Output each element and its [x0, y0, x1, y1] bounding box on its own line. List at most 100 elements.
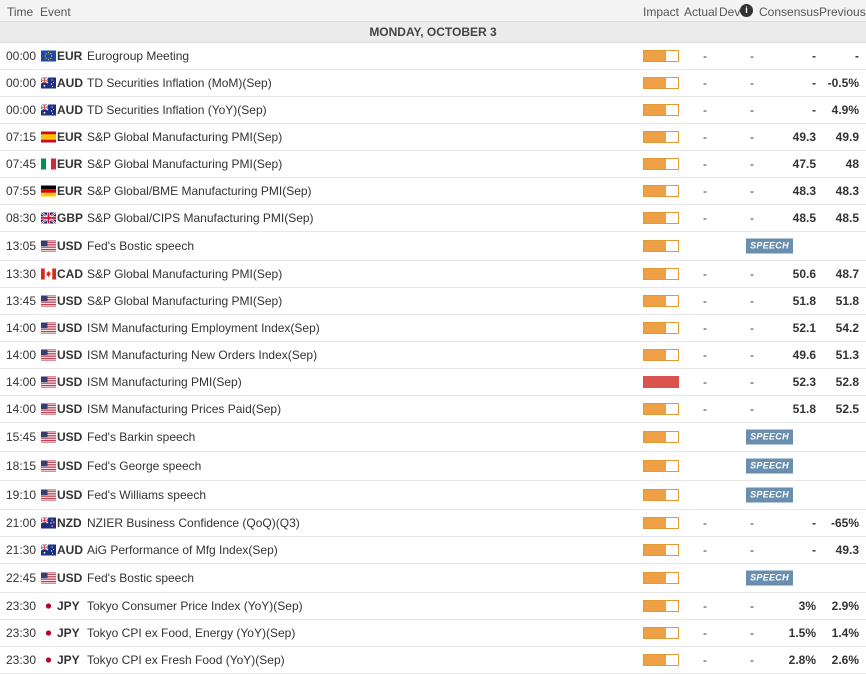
event-time: 22:45 [6, 571, 37, 585]
table-row[interactable]: 07:15 EUR S&P Global Manufacturing PMI(Sep… [0, 124, 866, 151]
header-dev[interactable]: Dev [719, 5, 740, 19]
table-row[interactable]: 00:00 AUD TD Securities Inflation (YoY)(Se… [0, 97, 866, 124]
table-row[interactable]: 13:30 CAD S&P Global Manufacturing PMI(Sep… [0, 261, 866, 288]
event-actual: - [703, 375, 707, 389]
event-time: 18:15 [6, 459, 37, 473]
speech-badge[interactable]: SPEECH [746, 429, 793, 445]
event-currency: USD [57, 488, 83, 502]
table-row[interactable]: 15:45 USD Fed's Barkin speech SPEECH [0, 423, 866, 452]
event-name[interactable]: S&P Global Manufacturing PMI(Sep) [87, 267, 282, 281]
event-name[interactable]: S&P Global/BME Manufacturing PMI(Sep) [87, 184, 312, 198]
event-name[interactable]: Fed's Williams speech [87, 488, 206, 502]
event-name[interactable]: ISM Manufacturing Prices Paid(Sep) [87, 402, 281, 416]
event-name[interactable]: S&P Global Manufacturing PMI(Sep) [87, 130, 282, 144]
event-name[interactable]: TD Securities Inflation (MoM)(Sep) [87, 76, 272, 90]
table-row[interactable]: 22:45 USD Fed's Bostic speech SPEECH [0, 564, 866, 593]
event-name[interactable]: Fed's Bostic speech [87, 239, 194, 253]
speech-badge[interactable]: SPEECH [746, 487, 793, 503]
speech-badge[interactable]: SPEECH [746, 238, 793, 254]
event-dev: - [750, 402, 754, 416]
impact-bar [643, 158, 679, 170]
header-actual[interactable]: Actual [684, 5, 717, 19]
event-currency: JPY [57, 599, 80, 613]
event-time: 13:05 [6, 239, 37, 253]
event-previous: - [855, 49, 859, 63]
impact-fill [644, 105, 667, 115]
event-name[interactable]: S&P Global Manufacturing PMI(Sep) [87, 294, 282, 308]
event-name[interactable]: AiG Performance of Mfg Index(Sep) [87, 543, 278, 557]
event-name[interactable]: ISM Manufacturing PMI(Sep) [87, 375, 242, 389]
event-currency: USD [57, 571, 83, 585]
event-actual: - [703, 294, 707, 308]
table-row[interactable]: 00:00 EUR Eurogroup Meeting - - - - [0, 43, 866, 70]
event-actual: - [703, 76, 707, 90]
header-impact[interactable]: Impact [643, 5, 679, 19]
event-name[interactable]: S&P Global Manufacturing PMI(Sep) [87, 157, 282, 171]
event-actual: - [703, 599, 707, 613]
impact-fill [644, 601, 667, 611]
event-time: 07:55 [6, 184, 37, 198]
event-currency: AUD [57, 76, 83, 90]
event-name[interactable]: TD Securities Inflation (YoY)(Sep) [87, 103, 267, 117]
header-time[interactable]: Time [7, 5, 33, 19]
flag-us-icon [41, 376, 56, 388]
event-name[interactable]: Eurogroup Meeting [87, 49, 189, 63]
event-previous: 51.3 [835, 348, 859, 362]
speech-badge[interactable]: SPEECH [746, 458, 793, 474]
table-row[interactable]: 23:30 JPY Tokyo CPI ex Fresh Food (YoY)(Se… [0, 647, 866, 674]
event-actual: - [703, 49, 707, 63]
event-name[interactable]: Fed's Barkin speech [87, 430, 195, 444]
event-currency: USD [57, 348, 83, 362]
impact-bar [643, 460, 679, 472]
table-row[interactable]: 14:00 USD ISM Manufacturing Prices Paid(Se… [0, 396, 866, 423]
event-name[interactable]: Fed's Bostic speech [87, 571, 194, 585]
event-time: 23:30 [6, 653, 37, 667]
table-row[interactable]: 07:55 EUR S&P Global/BME Manufacturing PMI… [0, 178, 866, 205]
event-name[interactable]: ISM Manufacturing New Orders Index(Sep) [87, 348, 317, 362]
info-icon[interactable]: i [740, 4, 753, 17]
table-row[interactable]: 13:05 USD Fed's Bostic speech SPEECH [0, 232, 866, 261]
table-row[interactable]: 08:30 GBP S&P Global/CIPS Manufacturing PM… [0, 205, 866, 232]
impact-fill [644, 545, 667, 555]
table-row[interactable]: 14:00 USD ISM Manufacturing PMI(Sep) - - 52.3… [0, 369, 866, 396]
flag-us-icon [41, 295, 56, 307]
event-name[interactable]: Tokyo CPI ex Fresh Food (YoY)(Sep) [87, 653, 285, 667]
table-row[interactable]: 14:00 USD ISM Manufacturing New Orders Ind… [0, 342, 866, 369]
economic-calendar: Time Event Impact Actual Dev i Consensus… [0, 0, 866, 674]
event-actual: - [703, 267, 707, 281]
event-name[interactable]: ISM Manufacturing Employment Index(Sep) [87, 321, 320, 335]
table-row[interactable]: 14:00 USD ISM Manufacturing Employment Ind… [0, 315, 866, 342]
table-row[interactable]: 07:45 EUR S&P Global Manufacturing PMI(Sep… [0, 151, 866, 178]
table-row[interactable]: 19:10 USD Fed's Williams speech SPEECH [0, 481, 866, 510]
table-row[interactable]: 23:30 JPY Tokyo Consumer Price Index (YoY)… [0, 593, 866, 620]
flag-jp-icon [41, 600, 56, 612]
table-row[interactable]: 13:45 USD S&P Global Manufacturing PMI(Sep… [0, 288, 866, 315]
table-row[interactable]: 21:00 NZD NZIER Business Confidence (QoQ)(… [0, 510, 866, 537]
impact-fill [644, 186, 667, 196]
event-previous: 48.5 [835, 211, 859, 225]
event-previous: -65% [830, 516, 859, 530]
event-consensus: - [812, 103, 816, 117]
speech-badge[interactable]: SPEECH [746, 570, 793, 586]
impact-bar [643, 431, 679, 443]
table-row[interactable]: 18:15 USD Fed's George speech SPEECH [0, 452, 866, 481]
header-consensus[interactable]: Consensus [759, 5, 819, 19]
header-event[interactable]: Event [40, 5, 71, 19]
table-row[interactable]: 21:30 AUD AiG Performance of Mfg Index(Sep… [0, 537, 866, 564]
event-currency: USD [57, 402, 83, 416]
header-previous[interactable]: Previous [819, 5, 866, 19]
event-currency: CAD [57, 267, 83, 281]
flag-de-icon [41, 185, 56, 197]
event-time: 21:00 [6, 516, 37, 530]
event-name[interactable]: Tokyo Consumer Price Index (YoY)(Sep) [87, 599, 303, 613]
event-name[interactable]: Fed's George speech [87, 459, 201, 473]
event-name[interactable]: NZIER Business Confidence (QoQ)(Q3) [87, 516, 300, 530]
event-time: 15:45 [6, 430, 37, 444]
table-row[interactable]: 00:00 AUD TD Securities Inflation (MoM)(Se… [0, 70, 866, 97]
table-row[interactable]: 23:30 JPY Tokyo CPI ex Food, Energy (YoY)(… [0, 620, 866, 647]
event-name[interactable]: S&P Global/CIPS Manufacturing PMI(Sep) [87, 211, 314, 225]
event-name[interactable]: Tokyo CPI ex Food, Energy (YoY)(Sep) [87, 626, 295, 640]
event-actual: - [703, 103, 707, 117]
event-currency: AUD [57, 543, 83, 557]
event-time: 23:30 [6, 626, 37, 640]
